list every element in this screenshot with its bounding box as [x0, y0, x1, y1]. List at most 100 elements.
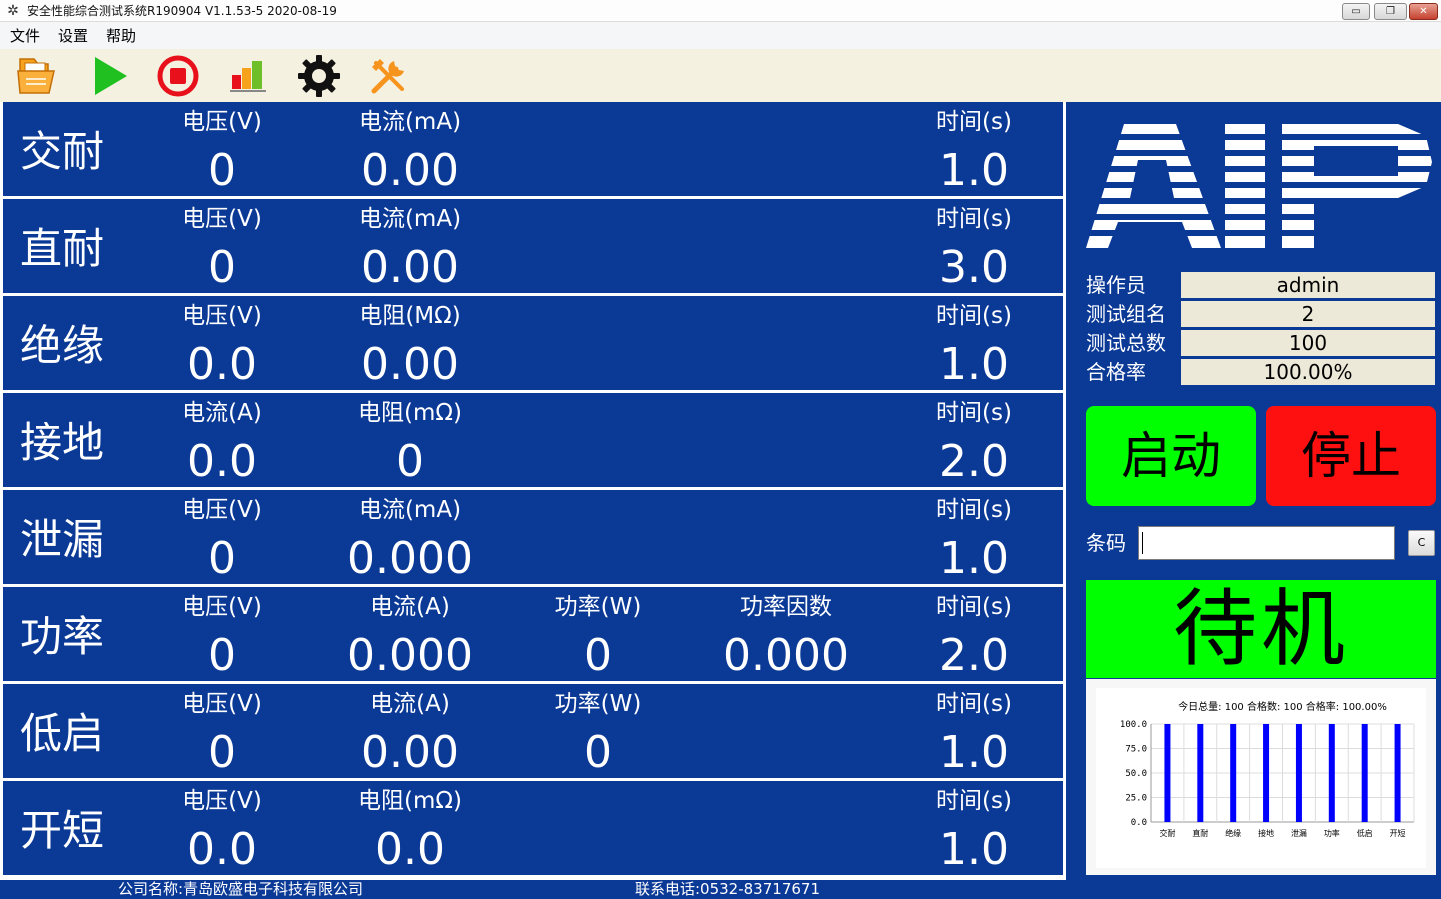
param-value: 0.0 — [187, 824, 257, 875]
test-row-open-short: 开短 电压(V) 0.0 电阻(mΩ) 0.0 时间(s) 1.0 — [3, 781, 1063, 875]
param-header: 电流(mA) — [358, 497, 462, 523]
close-button[interactable]: ✕ — [1409, 3, 1438, 20]
test-name: 交耐 — [20, 127, 105, 176]
param-value: 3.0 — [939, 242, 1009, 293]
param-value: 0 — [584, 630, 612, 681]
operator-label: 操作员 — [1086, 273, 1146, 297]
param-value: 2.0 — [939, 436, 1009, 487]
param-value: 1.0 — [939, 533, 1009, 584]
param-header: 功率因数 — [740, 594, 832, 620]
chart-bar — [1263, 724, 1270, 822]
menu-help[interactable]: 帮助 — [106, 26, 136, 46]
clear-barcode-button[interactable]: C — [1408, 530, 1435, 556]
restore-button[interactable]: ❐ — [1374, 3, 1407, 20]
param-header: 时间(s) — [936, 206, 1012, 232]
param-header: 电流(A) — [370, 691, 450, 717]
test-row-ground: 接地 电流(A) 0.0 电阻(mΩ) 0 时间(s) 2.0 — [3, 393, 1063, 487]
chart-xtick-label: 泄漏 — [1291, 828, 1307, 838]
param-value: 1.0 — [939, 339, 1009, 390]
aip-logo — [1086, 122, 1436, 250]
chart-bar — [1361, 724, 1368, 822]
param-value: 0 — [584, 727, 612, 778]
test-row-insulation: 绝缘 电压(V) 0.0 电阻(MΩ) 0.00 时间(s) 1.0 — [3, 296, 1063, 390]
param-value: 0.000 — [347, 533, 473, 584]
menu-settings[interactable]: 设置 — [58, 26, 88, 46]
chart-bar — [1197, 724, 1204, 822]
test-row-leakage: 泄漏 电压(V) 0 电流(mA) 0.000 时间(s) 1.0 — [3, 490, 1063, 584]
open-file-icon[interactable] — [14, 53, 60, 99]
tools-icon[interactable] — [366, 53, 412, 99]
operator-value: admin — [1181, 272, 1435, 298]
chart-xtick-label: 开短 — [1390, 828, 1406, 838]
chart-ytick-label: 50.0 — [1125, 769, 1147, 779]
param-value: 0 — [208, 533, 236, 584]
start-button[interactable]: 启动 — [1086, 406, 1256, 506]
param-value: 1.0 — [939, 824, 1009, 875]
param-header: 电压(V) — [182, 303, 262, 329]
param-value: 0 — [208, 145, 236, 196]
gear-icon[interactable] — [296, 53, 342, 99]
test-row-ac-withstand: 交耐 电压(V) 0 电流(mA) 0.00 时间(s) 1.0 — [3, 102, 1063, 196]
play-icon[interactable] — [87, 53, 133, 99]
app-window: ✲ 安全性能综合测试系统R190904 V1.1.53-5 2020-08-19… — [0, 0, 1441, 899]
chart-xtick-label: 低启 — [1357, 828, 1373, 838]
test-name: 低启 — [20, 709, 105, 758]
chart-bar — [1328, 724, 1335, 822]
param-header: 电阻(mΩ) — [358, 788, 462, 814]
status-display: 待机 — [1086, 580, 1436, 678]
param-header: 电压(V) — [182, 109, 262, 135]
param-header: 电阻(MΩ) — [359, 303, 461, 329]
param-value: 0 — [396, 436, 424, 487]
app-icon: ✲ — [7, 3, 19, 19]
company-name: 公司名称:青岛欧盛电子科技有限公司 — [118, 880, 364, 898]
barcode-input[interactable] — [1138, 526, 1395, 560]
param-header: 时间(s) — [936, 497, 1012, 523]
param-value: 0 — [208, 242, 236, 293]
stats-chart-panel: 今日总量: 100 合格数: 100 合格率: 100.00% 100.0 75.0… — [1086, 679, 1436, 875]
param-value: 0.0 — [187, 339, 257, 390]
barcode-label: 条码 — [1086, 531, 1126, 555]
test-rows: 交耐 电压(V) 0 电流(mA) 0.00 时间(s) 1.0 直耐 电压(V) 0 电流(mA)… — [0, 102, 1066, 880]
param-header: 功率(W) — [554, 594, 642, 620]
param-header: 电压(V) — [182, 497, 262, 523]
test-name: 开短 — [20, 806, 105, 855]
param-value: 0.000 — [347, 630, 473, 681]
chart-xtick-label: 直耐 — [1192, 828, 1208, 838]
param-value: 0 — [208, 630, 236, 681]
param-header: 电压(V) — [182, 691, 262, 717]
bar-chart-icon[interactable] — [226, 53, 272, 99]
param-value: 0.00 — [361, 145, 459, 196]
test-name: 泄漏 — [20, 515, 105, 564]
toolbar — [0, 49, 1441, 102]
chart-ytick-label: 25.0 — [1125, 794, 1147, 804]
title-bar: ✲ 安全性能综合测试系统R190904 V1.1.53-5 2020-08-19… — [0, 0, 1441, 22]
param-value: 0 — [208, 727, 236, 778]
param-header: 时间(s) — [936, 788, 1012, 814]
pass-rate-label: 合格率 — [1086, 360, 1146, 384]
chart-xtick-label: 接地 — [1258, 828, 1274, 838]
chart-xtick-label: 交耐 — [1159, 828, 1175, 838]
chart-bar — [1164, 724, 1171, 822]
test-name: 直耐 — [20, 224, 105, 273]
minimize-button[interactable]: ▭ — [1342, 3, 1370, 20]
param-header: 功率(W) — [554, 691, 642, 717]
total-count-label: 测试总数 — [1086, 331, 1166, 355]
footer: 公司名称:青岛欧盛电子科技有限公司 联系电话:0532-83717671 — [0, 880, 1441, 899]
param-value: 0.0 — [375, 824, 445, 875]
param-value: 0.00 — [361, 242, 459, 293]
window-title: 安全性能综合测试系统R190904 V1.1.53-5 2020-08-19 — [27, 4, 337, 18]
param-value: 2.0 — [939, 630, 1009, 681]
param-value: 1.0 — [939, 145, 1009, 196]
menu-file[interactable]: 文件 — [10, 26, 40, 46]
chart-bar — [1230, 724, 1237, 822]
chart-xtick-label: 绝缘 — [1225, 828, 1241, 838]
chart-ytick-label: 0.0 — [1131, 818, 1147, 828]
param-header: 时间(s) — [936, 400, 1012, 426]
test-name: 接地 — [20, 418, 105, 467]
param-header: 电流(A) — [182, 400, 262, 426]
test-row-dc-withstand: 直耐 电压(V) 0 电流(mA) 0.00 时间(s) 3.0 — [3, 199, 1063, 293]
stop-icon[interactable] — [155, 53, 201, 99]
stop-button[interactable]: 停止 — [1266, 406, 1436, 506]
param-header: 时间(s) — [936, 594, 1012, 620]
total-count-value: 100 — [1181, 330, 1435, 356]
